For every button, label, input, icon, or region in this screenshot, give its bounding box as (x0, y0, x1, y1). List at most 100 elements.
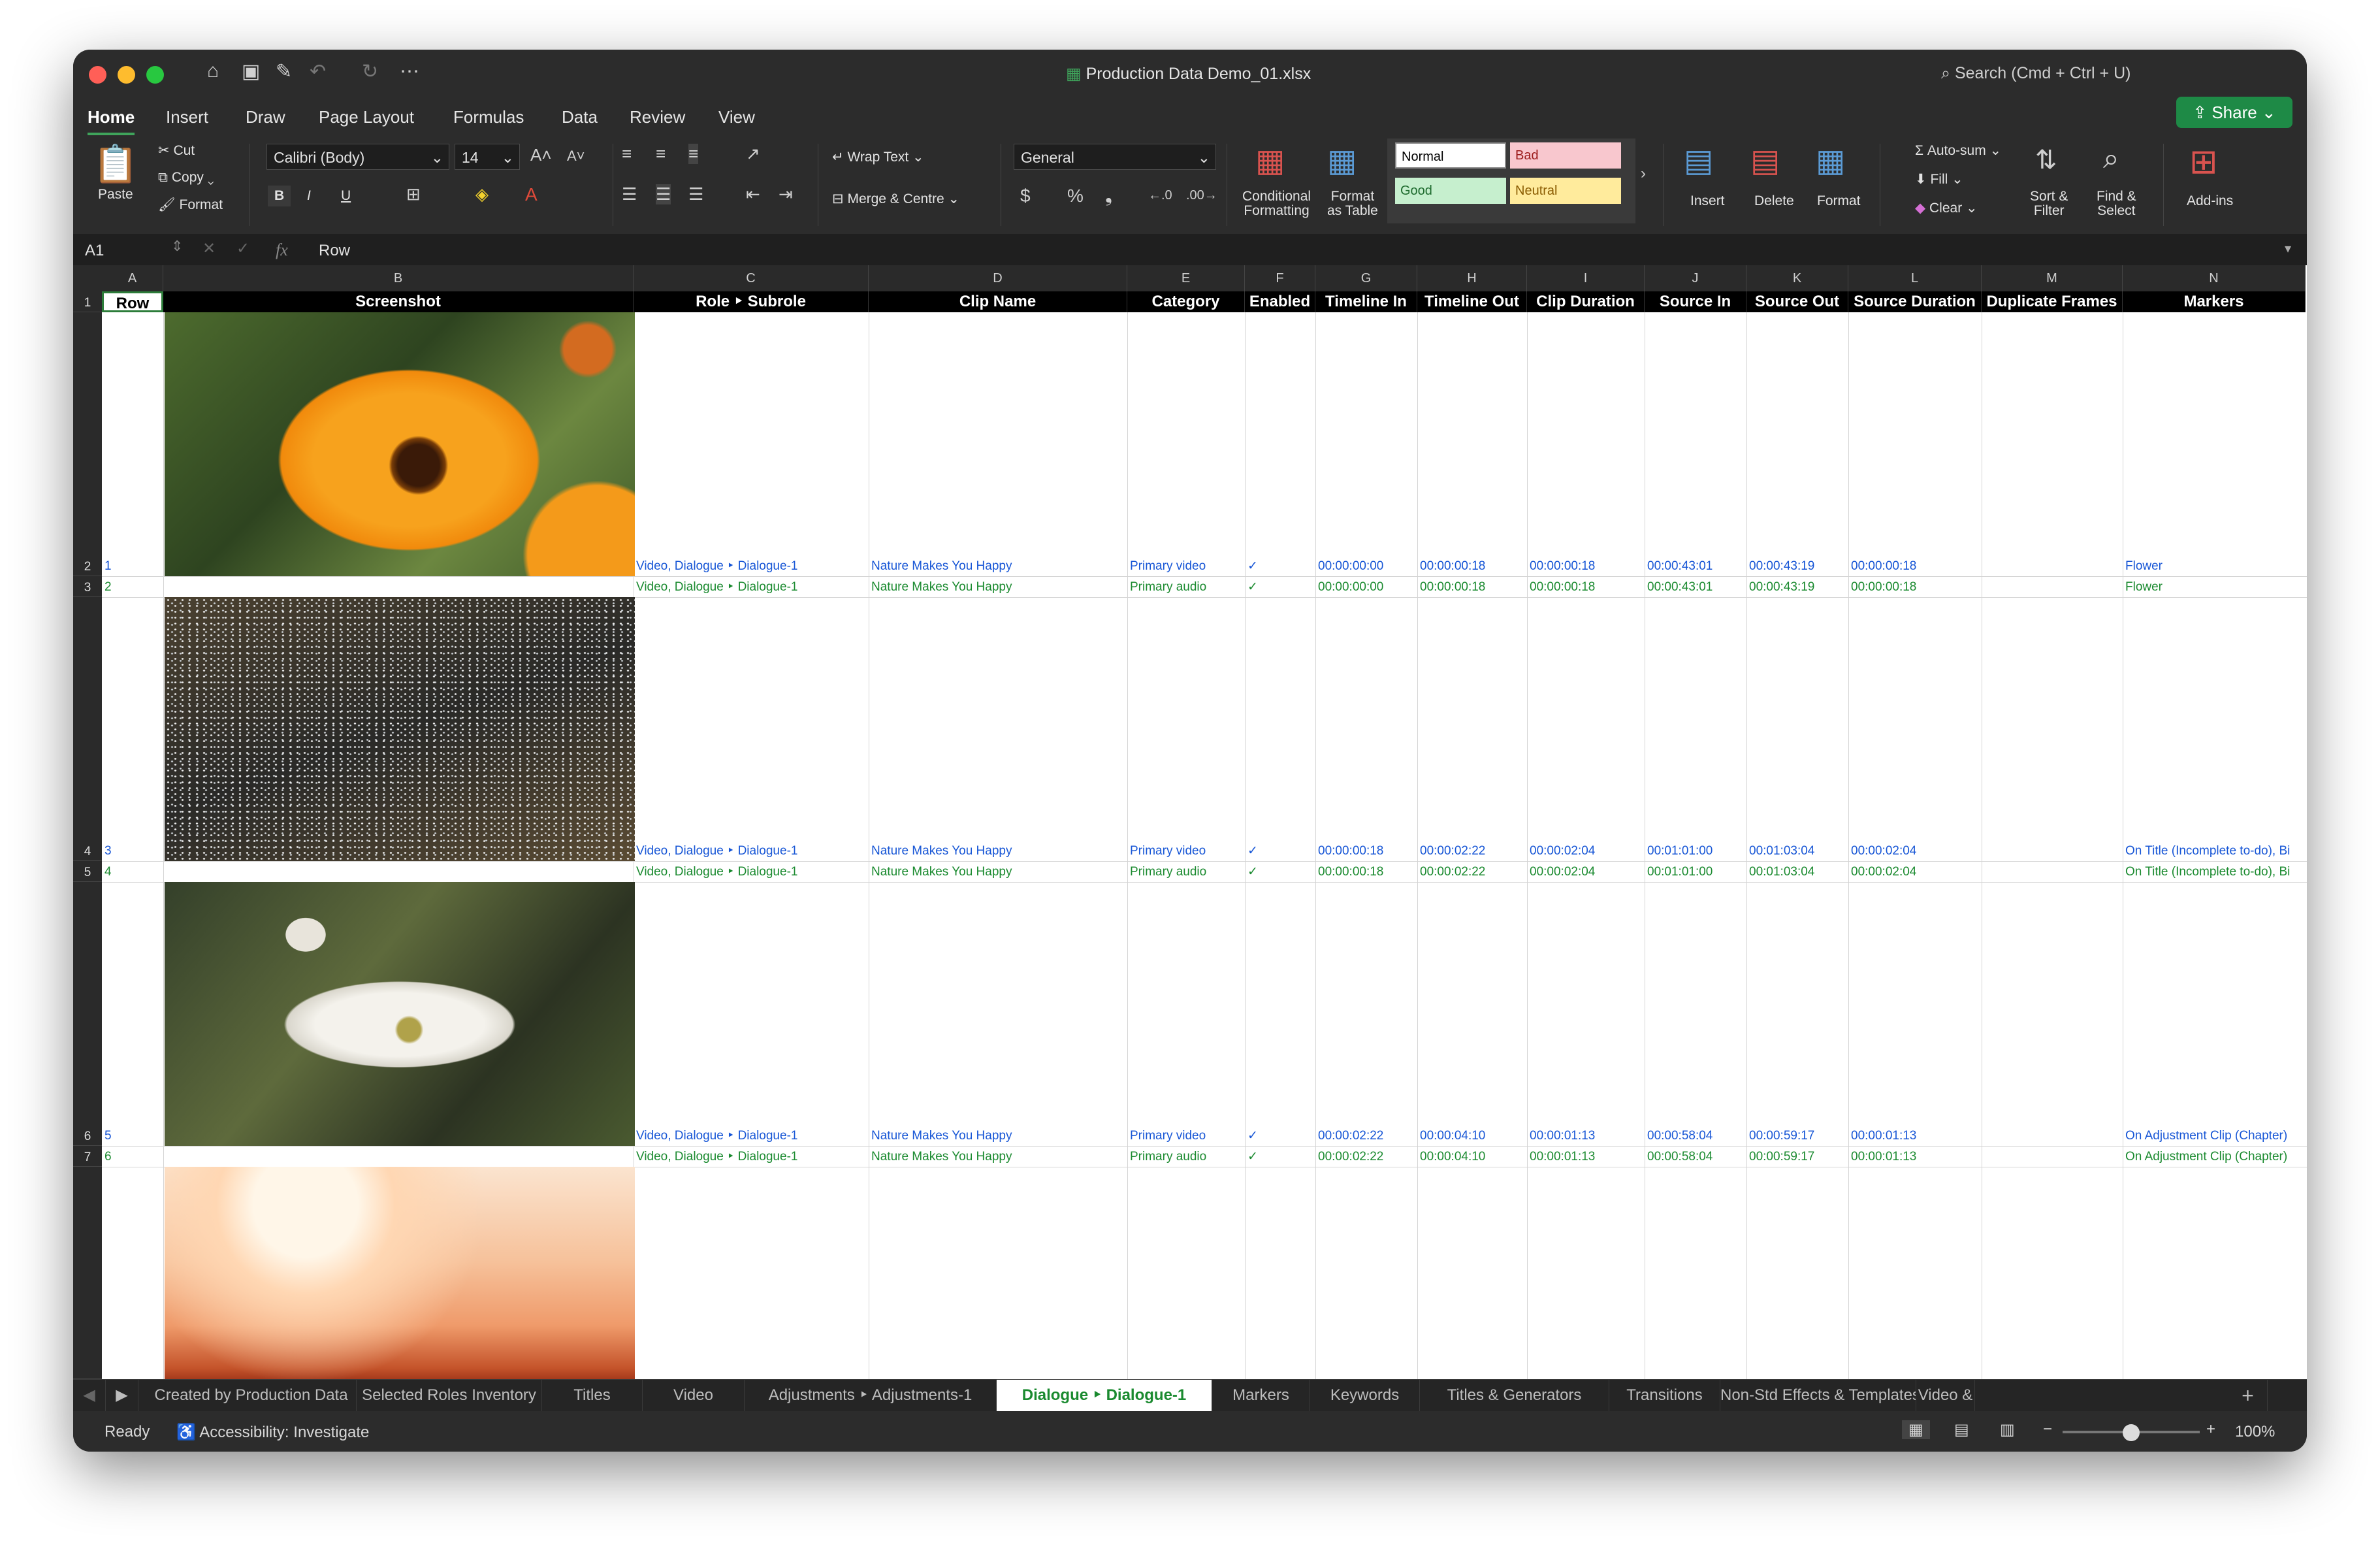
align-bottom-icon[interactable]: ≡ (688, 144, 699, 164)
table-cell[interactable]: Video, Dialogue ‣ Dialogue-1 (634, 558, 869, 575)
table-cell[interactable]: Flower (2123, 558, 2306, 575)
worksheet-grid[interactable]: A B C D E F G H I J K L M N 1 2 3 4 5 6 7 Row Screenshot Role ‣… (73, 265, 2307, 1379)
save-icon[interactable]: ▣ (242, 60, 260, 83)
decrease-font-icon[interactable]: A˅ (567, 148, 585, 165)
sheet-tab[interactable]: Dialogue ‣ Dialogue-1 (997, 1380, 1212, 1411)
column-header-m[interactable]: M (1982, 265, 2123, 291)
accessibility-button[interactable]: ♿ Accessibility: Investigate (176, 1423, 369, 1442)
header-cell[interactable]: Screenshot (163, 291, 634, 312)
table-cell[interactable]: 00:00:58:04 (1645, 1128, 1746, 1145)
zoom-out-button[interactable]: − (2043, 1420, 2052, 1439)
decrease-decimal-icon[interactable]: .00→ (1186, 188, 1217, 203)
style-neutral[interactable]: Neutral (1510, 178, 1621, 204)
header-cell[interactable]: Role ‣ Subrole (634, 291, 869, 312)
header-cell[interactable]: Clip Name (869, 291, 1127, 312)
tab-review[interactable]: Review (630, 107, 685, 127)
delete-cells-icon[interactable]: ▤ (1750, 142, 1780, 179)
table-cell[interactable]: On Adjustment Clip (Chapter) (2123, 1148, 2306, 1165)
decrease-indent-icon[interactable]: ⇤ (746, 184, 760, 204)
table-cell[interactable]: 00:00:00:00 (1315, 558, 1417, 575)
undo-icon[interactable]: ↶ (310, 60, 326, 83)
name-box[interactable]: A1 (85, 242, 104, 260)
font-color-icon[interactable]: A (525, 184, 538, 205)
styles-next-icon[interactable]: › (1641, 165, 1646, 183)
formula-input[interactable]: Row (319, 242, 350, 260)
table-cell[interactable]: 00:00:02:22 (1315, 1148, 1417, 1165)
table-cell[interactable]: ✓ (1245, 1148, 1315, 1165)
row-header[interactable] (73, 1167, 102, 1379)
style-good[interactable]: Good (1395, 178, 1506, 204)
align-right-icon[interactable]: ☰ (688, 184, 703, 204)
table-cell[interactable]: 00:00:43:01 (1645, 558, 1746, 575)
minimize-window-button[interactable] (118, 66, 135, 84)
italic-button[interactable]: I (307, 188, 311, 204)
column-header-d[interactable]: D (869, 265, 1127, 291)
paste-icon[interactable]: 📋 (93, 142, 138, 186)
sheet-tab[interactable]: Transitions (1609, 1380, 1720, 1411)
table-cell[interactable]: On Title (Incomplete to-do), Bi (2123, 864, 2306, 881)
normal-view-icon[interactable]: ▦ (1902, 1420, 1930, 1439)
table-cell[interactable]: 00:00:00:18 (1417, 558, 1527, 575)
header-cell[interactable]: Source In (1645, 291, 1746, 312)
table-cell[interactable]: 00:00:01:13 (1848, 1148, 1982, 1165)
style-normal[interactable]: Normal (1395, 142, 1506, 169)
table-cell[interactable]: 1 (102, 558, 163, 575)
row-header[interactable]: 2 (73, 312, 102, 576)
sheet-tab[interactable]: Created by Production Data (146, 1380, 357, 1411)
cancel-icon[interactable]: ✕ (202, 239, 216, 258)
table-cell[interactable]: ✓ (1245, 843, 1315, 860)
column-header-b[interactable]: B (163, 265, 634, 291)
table-cell[interactable]: 00:00:04:10 (1417, 1148, 1527, 1165)
table-cell[interactable]: ✓ (1245, 1128, 1315, 1145)
table-cell[interactable]: ✓ (1245, 558, 1315, 575)
column-header-g[interactable]: G (1315, 265, 1417, 291)
column-header-e[interactable]: E (1127, 265, 1245, 291)
row-header[interactable]: 1 (73, 291, 102, 312)
currency-button[interactable]: $ (1020, 186, 1031, 206)
format-painter-button[interactable]: 🖌 Format (158, 197, 223, 213)
tab-home[interactable]: Home (88, 107, 135, 135)
table-cell[interactable]: 00:01:03:04 (1746, 864, 1848, 881)
wrap-text-button[interactable]: ↵ Wrap Text ⌄ (832, 149, 924, 165)
sheet-tab[interactable]: Keywords (1310, 1380, 1420, 1411)
fill-color-icon[interactable]: ◈ (475, 184, 489, 204)
fill-button[interactable]: ⬇ Fill ⌄ (1915, 171, 1963, 187)
row-header[interactable]: 4 (73, 597, 102, 861)
table-cell[interactable]: 00:00:00:18 (1527, 579, 1645, 596)
zoom-in-button[interactable]: + (2206, 1420, 2215, 1439)
table-cell[interactable]: Video, Dialogue ‣ Dialogue-1 (634, 1128, 869, 1145)
borders-icon[interactable]: ⊞ (406, 184, 421, 204)
copy-button[interactable]: ⧉ Copy ⌄ (158, 170, 214, 186)
search-field[interactable]: ⌕ Search (Cmd + Ctrl + U) (1941, 64, 2131, 83)
table-cell[interactable]: Flower (2123, 579, 2306, 596)
style-bad[interactable]: Bad (1510, 142, 1621, 169)
header-cell[interactable]: Source Out (1746, 291, 1848, 312)
sort-filter-icon[interactable]: ⇅ (2035, 145, 2057, 175)
row-header[interactable]: 6 (73, 882, 102, 1146)
table-cell[interactable]: 00:00:01:13 (1848, 1128, 1982, 1145)
table-cell[interactable]: 00:00:02:04 (1527, 843, 1645, 860)
insert-cells-icon[interactable]: ▤ (1684, 142, 1713, 179)
page-layout-view-icon[interactable]: ▤ (1954, 1420, 1969, 1439)
tab-draw[interactable]: Draw (246, 107, 285, 127)
table-cell[interactable]: Nature Makes You Happy (869, 579, 1127, 596)
table-cell[interactable]: Primary video (1127, 1128, 1245, 1145)
column-header-h[interactable]: H (1417, 265, 1527, 291)
share-button[interactable]: ⇪ Share ⌄ (2176, 97, 2292, 128)
header-cell[interactable]: Category (1127, 291, 1245, 312)
increase-decimal-icon[interactable]: ←.0 (1148, 188, 1172, 203)
column-header-c[interactable]: C (634, 265, 869, 291)
increase-indent-icon[interactable]: ⇥ (779, 184, 793, 204)
table-cell[interactable]: 4 (102, 864, 163, 881)
sheet-tab[interactable]: Adjustments ‣ Adjustments-1 (745, 1380, 997, 1411)
conditional-formatting-button[interactable]: Conditional Formatting (1242, 189, 1311, 218)
table-cell[interactable]: 6 (102, 1148, 163, 1165)
table-cell[interactable]: Nature Makes You Happy (869, 1128, 1127, 1145)
find-select-icon[interactable]: ⌕ (2103, 142, 2119, 175)
table-cell[interactable]: Nature Makes You Happy (869, 843, 1127, 860)
sheet-tab[interactable]: Titles & Generators (1420, 1380, 1609, 1411)
insert-cells-button[interactable]: Insert (1690, 193, 1725, 209)
zoom-window-button[interactable] (146, 66, 164, 84)
table-cell[interactable]: 00:00:00:18 (1315, 864, 1417, 881)
addins-button[interactable]: Add-ins (2187, 193, 2233, 209)
